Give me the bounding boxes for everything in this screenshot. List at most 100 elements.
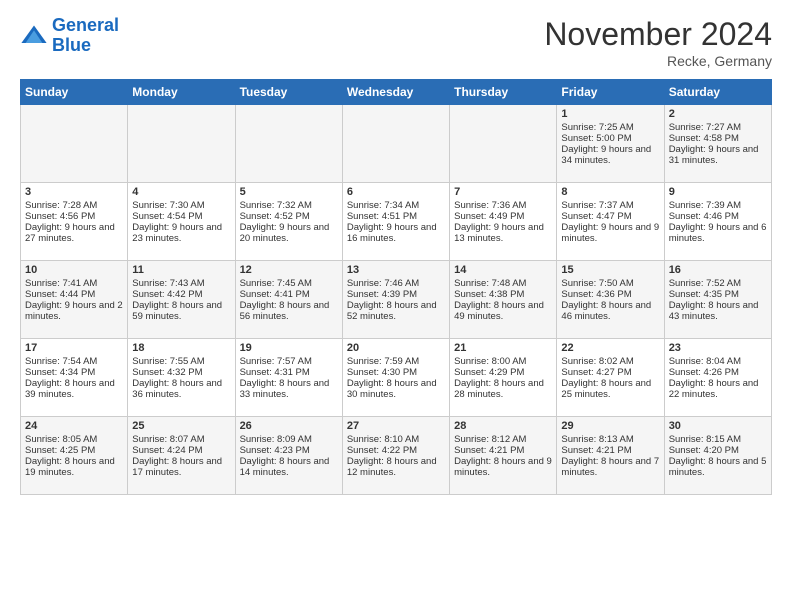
day-number: 22 xyxy=(561,342,659,354)
day-number: 9 xyxy=(669,186,767,198)
day-info-line: Sunrise: 7:59 AM xyxy=(347,356,445,367)
day-info-line: Sunrise: 7:57 AM xyxy=(240,356,338,367)
day-info-line: Daylight: 9 hours and 2 minutes. xyxy=(25,300,123,322)
day-info-line: Sunrise: 7:52 AM xyxy=(669,278,767,289)
day-info-line: Sunrise: 7:48 AM xyxy=(454,278,552,289)
calendar-cell xyxy=(235,105,342,183)
calendar-week-3: 17 Sunrise: 7:54 AMSunset: 4:34 PM Dayligh… xyxy=(21,339,772,417)
day-number: 29 xyxy=(561,420,659,432)
day-number: 13 xyxy=(347,264,445,276)
calendar-cell: 5Sunrise: 7:32 AMSunset: 4:52 PMDaylight… xyxy=(235,183,342,261)
day-info-line: Sunrise: 7:37 AM xyxy=(561,200,659,211)
day-info-line: Sunset: 4:32 PM xyxy=(132,367,230,378)
header: General Blue November 2024 Recke, German… xyxy=(20,16,772,69)
calendar-cell: 14Sunrise: 7:48 AMSunset: 4:38 PMDayligh… xyxy=(450,261,557,339)
calendar-cell: 29Sunrise: 8:13 AMSunset: 4:21 PMDayligh… xyxy=(557,417,664,495)
day-number: 10 xyxy=(25,264,123,276)
day-info-line: Daylight: 9 hours and 13 minutes. xyxy=(454,222,552,244)
day-info-line: Sunrise: 7:27 AM xyxy=(669,122,767,133)
calendar-cell: 2Sunrise: 7:27 AMSunset: 4:58 PMDaylight… xyxy=(664,105,771,183)
day-info-line: Sunset: 4:39 PM xyxy=(347,289,445,300)
day-info-line: Daylight: 8 hours and 33 minutes. xyxy=(240,378,338,400)
page: General Blue November 2024 Recke, German… xyxy=(0,0,792,612)
day-info-line: Sunset: 4:22 PM xyxy=(347,445,445,456)
calendar-cell: 3Sunrise: 7:28 AMSunset: 4:56 PMDaylight… xyxy=(21,183,128,261)
day-info-line: Sunrise: 8:12 AM xyxy=(454,434,552,445)
day-info-line: Sunset: 4:54 PM xyxy=(132,211,230,222)
day-info-line: Daylight: 8 hours and 43 minutes. xyxy=(669,300,767,322)
day-info-line: Sunrise: 7:25 AM xyxy=(561,122,659,133)
day-info-line: Sunrise: 7:30 AM xyxy=(132,200,230,211)
day-info-line: Sunset: 4:47 PM xyxy=(561,211,659,222)
logo-blue: Blue xyxy=(52,36,119,56)
day-number: 17 xyxy=(25,342,123,354)
day-info-line: Daylight: 8 hours and 17 minutes. xyxy=(132,456,230,478)
day-number: 18 xyxy=(132,342,230,354)
day-info-line: Daylight: 8 hours and 22 minutes. xyxy=(669,378,767,400)
day-info-line: Sunset: 4:49 PM xyxy=(454,211,552,222)
day-info-line: Sunrise: 7:34 AM xyxy=(347,200,445,211)
day-number: 30 xyxy=(669,420,767,432)
day-info-line: Sunrise: 8:15 AM xyxy=(669,434,767,445)
day-info-line: Sunset: 4:25 PM xyxy=(25,445,123,456)
day-info-line: Sunset: 4:56 PM xyxy=(25,211,123,222)
day-info-line: Daylight: 9 hours and 9 minutes. xyxy=(561,222,659,244)
calendar-cell: 9Sunrise: 7:39 AMSunset: 4:46 PMDaylight… xyxy=(664,183,771,261)
calendar-table: Sunday Monday Tuesday Wednesday Thursday… xyxy=(20,79,772,495)
day-info-line: Sunrise: 7:55 AM xyxy=(132,356,230,367)
day-info-line: Sunset: 4:30 PM xyxy=(347,367,445,378)
day-info-line: Sunset: 4:21 PM xyxy=(561,445,659,456)
calendar-cell: 26Sunrise: 8:09 AMSunset: 4:23 PMDayligh… xyxy=(235,417,342,495)
calendar-cell: 13Sunrise: 7:46 AMSunset: 4:39 PMDayligh… xyxy=(342,261,449,339)
day-info-line: Sunset: 4:29 PM xyxy=(454,367,552,378)
calendar-cell xyxy=(128,105,235,183)
day-info-line: Daylight: 8 hours and 36 minutes. xyxy=(132,378,230,400)
day-info-line: Sunset: 4:23 PM xyxy=(240,445,338,456)
day-info-line: Daylight: 8 hours and 30 minutes. xyxy=(347,378,445,400)
day-info-line: Sunrise: 8:07 AM xyxy=(132,434,230,445)
calendar-cell: 28Sunrise: 8:12 AMSunset: 4:21 PMDayligh… xyxy=(450,417,557,495)
day-info-line: Sunrise: 7:54 AM xyxy=(25,356,123,367)
calendar-cell: 17Sunrise: 7:54 AMSunset: 4:34 PMDayligh… xyxy=(21,339,128,417)
day-info-line: Sunset: 4:27 PM xyxy=(561,367,659,378)
day-number: 6 xyxy=(347,186,445,198)
logo: General Blue xyxy=(20,16,119,56)
calendar-week-1: 3Sunrise: 7:28 AMSunset: 4:56 PMDaylight… xyxy=(21,183,772,261)
col-saturday: Saturday xyxy=(664,80,771,105)
calendar-week-0: 1Sunrise: 7:25 AMSunset: 5:00 PMDaylight… xyxy=(21,105,772,183)
day-info-line: Sunrise: 8:09 AM xyxy=(240,434,338,445)
day-number: 5 xyxy=(240,186,338,198)
day-info-line: Sunset: 4:26 PM xyxy=(669,367,767,378)
day-number: 27 xyxy=(347,420,445,432)
day-info-line: Daylight: 8 hours and 28 minutes. xyxy=(454,378,552,400)
day-info-line: Sunrise: 7:43 AM xyxy=(132,278,230,289)
title-block: November 2024 Recke, Germany xyxy=(544,16,772,69)
day-info-line: Daylight: 8 hours and 12 minutes. xyxy=(347,456,445,478)
day-number: 19 xyxy=(240,342,338,354)
day-info-line: Daylight: 9 hours and 34 minutes. xyxy=(561,144,659,166)
day-info-line: Sunrise: 7:32 AM xyxy=(240,200,338,211)
day-info-line: Sunset: 4:51 PM xyxy=(347,211,445,222)
day-info-line: Daylight: 8 hours and 9 minutes. xyxy=(454,456,552,478)
calendar-cell: 4Sunrise: 7:30 AMSunset: 4:54 PMDaylight… xyxy=(128,183,235,261)
calendar-cell: 7Sunrise: 7:36 AMSunset: 4:49 PMDaylight… xyxy=(450,183,557,261)
col-monday: Monday xyxy=(128,80,235,105)
calendar-cell: 30Sunrise: 8:15 AMSunset: 4:20 PMDayligh… xyxy=(664,417,771,495)
calendar-cell: 19Sunrise: 7:57 AMSunset: 4:31 PMDayligh… xyxy=(235,339,342,417)
col-thursday: Thursday xyxy=(450,80,557,105)
day-number: 21 xyxy=(454,342,552,354)
day-info-line: Sunrise: 8:02 AM xyxy=(561,356,659,367)
calendar-week-4: 24Sunrise: 8:05 AMSunset: 4:25 PMDayligh… xyxy=(21,417,772,495)
calendar-cell: 25Sunrise: 8:07 AMSunset: 4:24 PMDayligh… xyxy=(128,417,235,495)
day-info-line: Sunset: 4:58 PM xyxy=(669,133,767,144)
calendar-cell: 22Sunrise: 8:02 AMSunset: 4:27 PMDayligh… xyxy=(557,339,664,417)
day-info-line: Daylight: 9 hours and 6 minutes. xyxy=(669,222,767,244)
day-number: 26 xyxy=(240,420,338,432)
day-info-line: Sunrise: 7:28 AM xyxy=(25,200,123,211)
day-number: 1 xyxy=(561,108,659,120)
day-info-line: Sunset: 4:34 PM xyxy=(25,367,123,378)
calendar-cell: 20Sunrise: 7:59 AMSunset: 4:30 PMDayligh… xyxy=(342,339,449,417)
col-friday: Friday xyxy=(557,80,664,105)
calendar-title: November 2024 xyxy=(544,16,772,53)
calendar-week-2: 10Sunrise: 7:41 AMSunset: 4:44 PMDayligh… xyxy=(21,261,772,339)
